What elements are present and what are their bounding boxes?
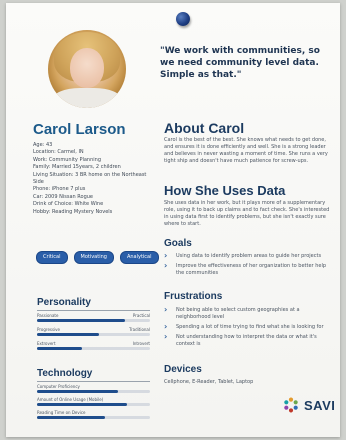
detail-car: Car: 2009 Nissan Rogue bbox=[33, 193, 93, 200]
slider-progressive-traditional: Progressive Traditional bbox=[37, 327, 150, 336]
photo-face bbox=[70, 48, 104, 88]
persona-photo bbox=[48, 30, 126, 108]
slider-track bbox=[37, 347, 150, 350]
devices-title: Devices bbox=[164, 364, 202, 375]
chevron-right-icon: › bbox=[164, 251, 168, 260]
goal-item: › Using data to identify problem areas to… bbox=[164, 251, 322, 260]
about-title: About Carol bbox=[164, 120, 245, 136]
persona-details: Age: 43 Location: Carmel, IN Work: Commu… bbox=[33, 142, 158, 216]
photo-shirt bbox=[52, 88, 122, 108]
personality-title: Personality bbox=[37, 297, 91, 308]
tech-label: Computer Proficiency bbox=[37, 384, 80, 389]
trait-tags: Critical Motivating Analytical bbox=[36, 251, 159, 264]
slider-track bbox=[37, 333, 150, 336]
tech-track bbox=[37, 416, 150, 419]
slider-left-label: Progressive bbox=[37, 327, 61, 332]
personality-divider bbox=[37, 310, 150, 311]
persona-quote: "We work with communities, so we need co… bbox=[160, 46, 320, 80]
tech-computer-proficiency: Computer Proficiency bbox=[37, 384, 150, 393]
frustrations-title: Frustrations bbox=[164, 291, 223, 302]
detail-location: Location: Carmel, IN bbox=[33, 149, 84, 156]
slider-right-label: Introvert bbox=[132, 341, 150, 346]
uses-text: She uses data in her work, but it plays … bbox=[164, 200, 330, 227]
savi-logo-icon bbox=[284, 397, 298, 413]
detail-drink: Drink of Choice: White Wine bbox=[33, 201, 104, 208]
detail-age: Age: 43 bbox=[33, 142, 53, 148]
devices-text: Cellphone, E-Reader, Tablet, Laptop bbox=[164, 379, 254, 385]
slider-fill bbox=[37, 333, 100, 336]
frustration-item: › Not understanding how to interpret the … bbox=[164, 332, 317, 348]
tech-fill bbox=[37, 416, 105, 419]
slider-extrovert-introvert: Extrovert Introvert bbox=[37, 341, 150, 350]
slider-right-label: Practical bbox=[132, 313, 150, 318]
uses-title: How She Uses Data bbox=[164, 183, 286, 198]
slider-passionate-practical: Passionate Practical bbox=[37, 313, 150, 322]
slider-fill bbox=[37, 347, 83, 350]
detail-phone: Phone: iPhone 7 plus bbox=[33, 186, 86, 193]
tag-analytical: Analytical bbox=[119, 251, 159, 264]
tag-motivating: Motivating bbox=[73, 251, 114, 264]
frustration-item: › Spending a lot of time trying to find w… bbox=[164, 322, 324, 331]
tech-fill bbox=[37, 390, 119, 393]
tech-label: Reading Time on Device bbox=[37, 410, 86, 415]
savi-logo-text: SAVI bbox=[304, 397, 336, 413]
detail-hobby: Hobby: Reading Mystery Novels bbox=[33, 208, 113, 215]
chevron-right-icon: › bbox=[164, 305, 168, 314]
slider-left-label: Passionate bbox=[37, 313, 59, 318]
technology-divider bbox=[37, 381, 150, 382]
detail-living: Living Situation: 3 BR home on the North… bbox=[33, 171, 147, 186]
slider-right-label: Traditional bbox=[129, 327, 150, 332]
slider-left-label: Extrovert bbox=[37, 341, 56, 346]
frustration-item: › Not being able to select custom geograp… bbox=[164, 305, 300, 321]
chevron-right-icon: › bbox=[164, 322, 168, 331]
slider-fill bbox=[37, 319, 126, 322]
goals-list: › Using data to identify problem areas to… bbox=[164, 251, 332, 280]
persona-name: Carol Larson bbox=[33, 121, 126, 138]
frustrations-list: › Not being able to select custom geograp… bbox=[164, 305, 332, 351]
about-text: Carol is the best of the best. She knows… bbox=[164, 137, 328, 164]
tech-track bbox=[37, 390, 150, 393]
tech-reading-time: Reading Time on Device bbox=[37, 410, 150, 419]
goals-title: Goals bbox=[164, 238, 192, 249]
chevron-right-icon: › bbox=[164, 261, 168, 270]
tech-fill bbox=[37, 403, 128, 406]
chevron-right-icon: › bbox=[164, 332, 168, 341]
tech-label: Amount of Online Usage (Mobile) bbox=[37, 397, 104, 402]
detail-family: Family: Married 15years, 2 children bbox=[33, 164, 121, 171]
savi-logo: SAVI bbox=[282, 396, 335, 414]
push-pin bbox=[176, 12, 190, 26]
detail-work: Work: Community Planning bbox=[33, 156, 102, 163]
tech-track bbox=[37, 403, 150, 406]
slider-track bbox=[37, 319, 150, 322]
technology-title: Technology bbox=[37, 368, 93, 379]
goal-item: › Improve the effectiveness of her organi… bbox=[164, 261, 327, 277]
tag-critical: Critical bbox=[36, 251, 68, 264]
tech-online-usage: Amount of Online Usage (Mobile) bbox=[37, 397, 150, 406]
